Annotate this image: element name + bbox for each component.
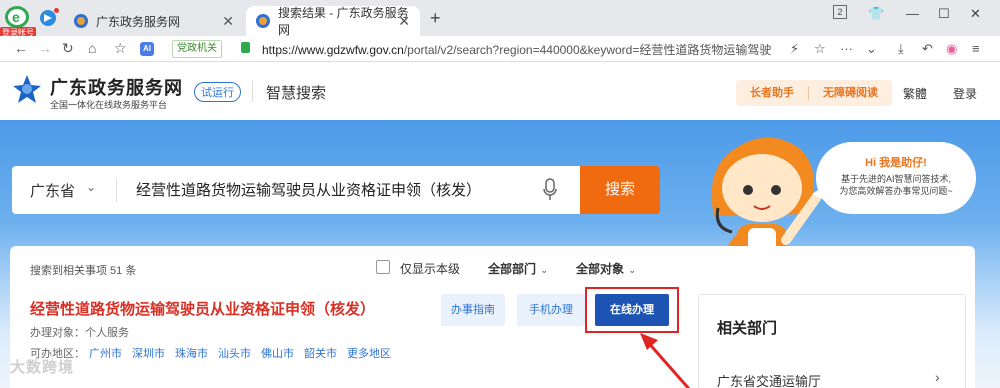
mobile-handle-button[interactable]: 手机办理: [517, 294, 585, 326]
chevron-down-icon[interactable]: ⌄: [86, 180, 96, 194]
forward-icon[interactable]: →: [38, 40, 52, 56]
site-subtitle: 全国一体化在线政务服务平台: [50, 100, 168, 110]
lightning-icon[interactable]: ⚡: [790, 41, 799, 57]
department-filter[interactable]: 全部部门 ⌄: [488, 260, 548, 277]
download-icon[interactable]: ⤓: [898, 41, 904, 57]
results-card: 搜索到相关事项 51 条 仅显示本级 全部部门 ⌄ 全部对象 ⌄ 经营性道路货物运输…: [10, 246, 975, 388]
search-input[interactable]: 经营性道路货物运输驾驶员从业资格证申领（核发）: [136, 179, 481, 200]
trial-badge: 试运行: [194, 82, 241, 102]
elder-helper-button[interactable]: 长者助手: [736, 80, 808, 106]
site-name[interactable]: 广东政务服务网: [50, 74, 183, 100]
highlight-frame: [585, 287, 679, 333]
favorites-icon[interactable]: ☆: [114, 40, 127, 57]
close-window-icon[interactable]: ✕: [970, 6, 981, 22]
tab-gdzwfw[interactable]: 广东政务服务网 ✕: [64, 6, 244, 36]
assistant-greeting: Hi 我是助仔!: [865, 157, 927, 169]
department-filter-label: 全部部门: [488, 262, 537, 276]
site-logo-icon[interactable]: [12, 74, 42, 104]
accessibility-tools: 长者助手 无障碍阅读: [736, 80, 892, 106]
url-host: https://www.gdzwfw.gov.cn: [262, 43, 404, 57]
result-title[interactable]: 经营性道路货物运输驾驶员从业资格证申领（核发）: [30, 298, 375, 319]
page-content: 广东政务服务网 全国一体化在线政务服务平台 试运行 智慧搜索 长者助手 无障碍阅…: [0, 62, 1000, 388]
window-count-badge[interactable]: 2: [833, 5, 847, 19]
site-favicon-icon: [74, 14, 88, 28]
assistant-bubble[interactable]: Hi 我是助仔! 基于先进的AI智慧问答技术, 为您高效解答办事常见问题~: [812, 142, 976, 214]
close-tab-icon[interactable]: ✕: [398, 13, 410, 30]
header-divider: [252, 80, 253, 102]
only-level-label[interactable]: 仅显示本级: [400, 260, 460, 277]
traditional-chinese-link[interactable]: 繁體: [903, 85, 927, 102]
browser-tab-bar: e 登录帐号 广东政务服务网 ✕ 搜索结果 - 广东政务服务网 ✕ + 2 👕 …: [0, 0, 1000, 38]
site-favicon-icon: [256, 14, 270, 28]
region-select[interactable]: 广东省: [30, 180, 75, 201]
lock-icon[interactable]: [241, 42, 250, 53]
microphone-icon[interactable]: [543, 178, 557, 202]
only-level-checkbox[interactable]: [376, 260, 390, 274]
site-header: 广东政务服务网 全国一体化在线政务服务平台 试运行 智慧搜索 长者助手 无障碍阅…: [0, 62, 1000, 120]
send-icon[interactable]: [40, 10, 56, 26]
home-icon[interactable]: ⌂: [88, 40, 96, 56]
page-title: 智慧搜索: [266, 85, 327, 102]
login-link[interactable]: 登录: [953, 85, 977, 102]
result-areas: 可办地区： 广州市 深圳市 珠海市 汕头市 佛山市 韶关市 更多地区: [30, 345, 397, 361]
browser-logo-icon[interactable]: e: [5, 6, 29, 28]
reload-icon[interactable]: ↻: [62, 40, 74, 57]
bubble-tail: [812, 186, 824, 200]
chevron-down-icon: ⌄: [540, 265, 549, 276]
tab-title: 广东政务服务网: [96, 14, 181, 29]
minimize-icon[interactable]: —: [906, 6, 919, 21]
restore-icon[interactable]: ☐: [938, 6, 950, 22]
area-link[interactable]: 佛山市: [261, 348, 294, 360]
more-areas-link[interactable]: 更多地区: [347, 348, 391, 360]
related-departments-title: 相关部门: [717, 320, 778, 337]
target-filter-label: 全部对象: [576, 262, 625, 276]
undo-icon[interactable]: ↶: [922, 41, 933, 57]
department-link[interactable]: 广东省交通运输厅: [717, 371, 821, 388]
url-path: /portal/v2/search?region=440000&keyword=…: [403, 43, 772, 57]
back-icon[interactable]: ←: [14, 40, 28, 56]
bookmark-star-icon[interactable]: ☆: [814, 41, 826, 57]
url-field[interactable]: https://www.gdzwfw.gov.cn/portal/v2/sear…: [262, 41, 777, 58]
address-bar: ← → ↻ ⌂ ☆ AI 党政机关 https://www.gdzwfw.gov…: [0, 36, 1000, 62]
related-departments-panel: 相关部门 广东省交通运输厅 ›: [698, 294, 966, 388]
assistant-line-1: 基于先进的AI智慧问答技术,: [840, 174, 951, 184]
area-link[interactable]: 广州市: [89, 348, 122, 360]
menu-icon[interactable]: ≡: [972, 41, 980, 56]
assistant-line-2: 为您高效解答办事常见问题~: [839, 186, 953, 196]
area-link[interactable]: 深圳市: [132, 348, 165, 360]
result-count: 搜索到相关事项 51 条: [30, 265, 137, 277]
area-link[interactable]: 珠海市: [175, 348, 208, 360]
chevron-down-icon: ⌄: [628, 265, 637, 276]
ai-icon[interactable]: AI: [140, 42, 154, 56]
shirt-icon[interactable]: 👕: [868, 6, 884, 22]
extension-icon[interactable]: ◉: [946, 41, 957, 57]
area-link[interactable]: 汕头市: [218, 348, 251, 360]
watermark: 大数跨境: [10, 359, 75, 376]
search-button[interactable]: 搜索: [580, 166, 660, 214]
tab-search-results[interactable]: 搜索结果 - 广东政务服务网 ✕: [246, 6, 420, 37]
accessible-reading-button[interactable]: 无障碍阅读: [809, 80, 892, 106]
guide-button[interactable]: 办事指南: [441, 294, 505, 326]
notification-dot: [54, 8, 59, 13]
search-divider: [116, 178, 117, 202]
area-link[interactable]: 韶关市: [304, 348, 337, 360]
new-tab-icon[interactable]: +: [430, 8, 441, 29]
annotation-arrow: [640, 333, 691, 388]
search-bar: 广东省 ⌄ 经营性道路货物运输驾驶员从业资格证申领（核发）: [12, 166, 580, 214]
close-tab-icon[interactable]: ✕: [222, 13, 234, 30]
more-icon[interactable]: ···: [840, 41, 853, 56]
gov-badge: 党政机关: [172, 40, 222, 58]
chevron-down-icon[interactable]: ⌄: [866, 41, 877, 57]
chevron-right-icon[interactable]: ›: [935, 369, 940, 385]
target-filter[interactable]: 全部对象 ⌄: [576, 260, 636, 277]
result-target: 办理对象：个人服务: [30, 327, 129, 339]
